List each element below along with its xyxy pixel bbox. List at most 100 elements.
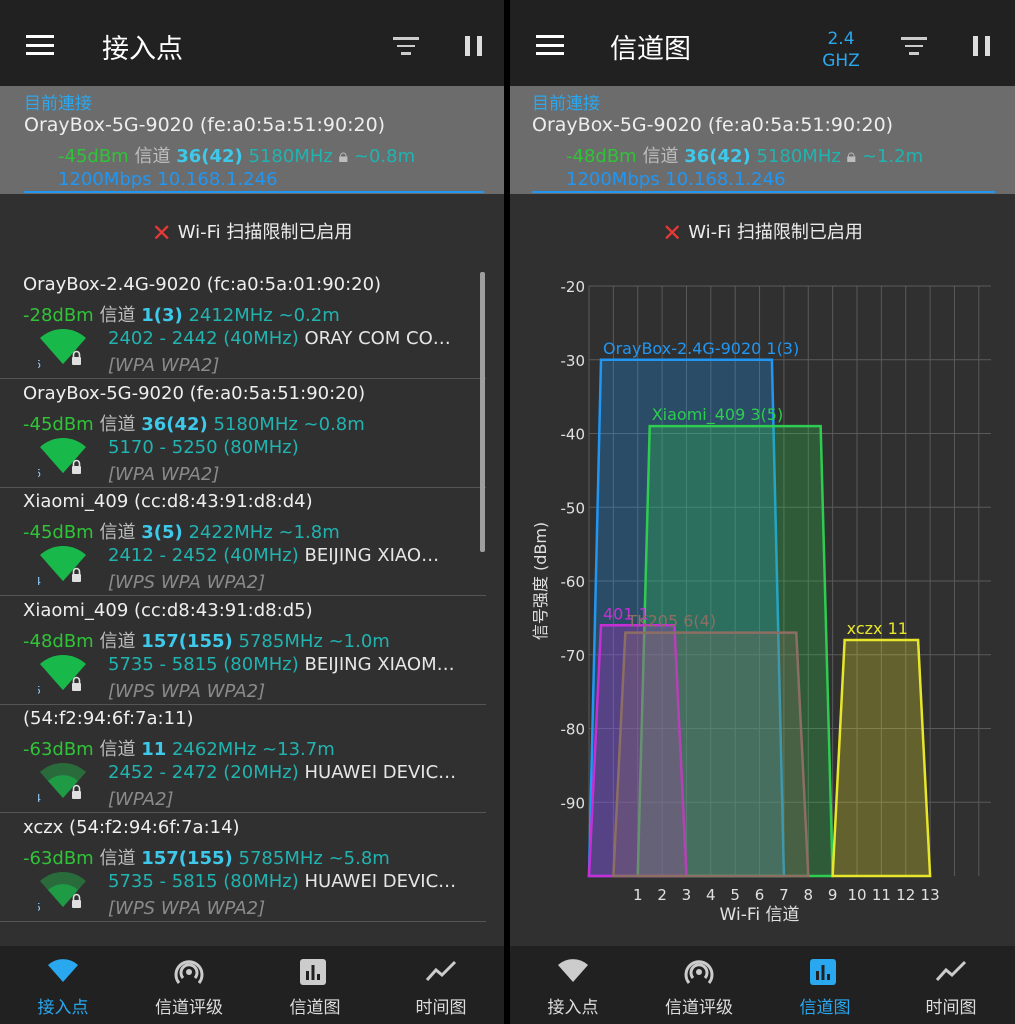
ap-number: 6 [38,358,41,370]
nav-label: 接入点 [37,998,89,1018]
ap-dbm: -45dBm [23,413,94,435]
nav-label: 时间图 [925,998,977,1018]
ap-signal: -48dBm 信道 157(155) 5785MHz ~1.0m [23,627,390,653]
y-axis-label: 信号强度 (dBm) [531,522,550,640]
ap-freq: 5785MHz ~5.8m [238,847,390,869]
ap-dbm: -48dBm [23,630,94,652]
y-tick-label: -60 [561,573,586,591]
ap-freq: 2422MHz ~1.8m [188,522,340,543]
x-tick-label: 4 [706,886,716,904]
current-speed-ip: 1200Mbps 10.168.1.246 [58,169,278,190]
filter-icon[interactable] [393,37,419,55]
current-channel: 36(42) [176,146,243,167]
ap-freq: 2462MHz ~13.7m [171,739,335,760]
x-tick-label: 2 [657,886,667,904]
access-point-row[interactable]: xczx (54:f2:94:6f:7a:14) -63dBm 信道 157(15… [0,813,486,922]
ap-number: 6 [38,467,41,479]
ap-security: [WPA WPA2] [108,463,220,485]
ap-channel-label: 信道 [99,522,136,543]
close-x-icon: ✕ [151,219,172,247]
x-tick-label: 9 [828,886,838,904]
ap-range: 5735 - 5815 (80MHz) BEIJING XIAOM… [108,654,486,675]
nav-label: 信道图 [289,998,341,1018]
access-point-row[interactable]: OrayBox-5G-9020 (fe:a0:5a:51:90:20) -45dB… [0,379,486,488]
y-tick-label: -80 [561,721,586,739]
ap-channel: 1(3) [141,305,183,326]
x-tick-label: 5 [730,886,740,904]
ap-range: 5170 - 5250 (80MHz) [108,437,486,458]
ap-dbm: -28dBm [23,305,94,326]
ap-freq: 5785MHz ~1.0m [238,630,390,652]
nav-access-points[interactable]: 接入点 [510,946,636,1024]
filter-icon[interactable] [901,37,927,55]
ap-vendor: BEIJING XIAOM… [304,653,455,675]
menu-icon[interactable] [26,35,54,55]
ap-signal: -28dBm 信道 1(3) 2412MHz ~0.2m [23,301,340,327]
current-connection[interactable]: 目前連接 OrayBox-5G-9020 (fe:a0:5a:51:90:20)… [0,86,504,194]
current-connection[interactable]: 目前連接 OrayBox-5G-9020 (fe:a0:5a:51:90:20)… [510,86,1015,194]
current-distance: ~0.8m [353,146,416,167]
series-label: OrayBox-2.4G-9020 1(3) [603,339,799,358]
nav-channel-rating[interactable]: 信道评级 [126,946,252,1024]
x-tick-label: 1 [633,886,643,904]
menu-icon[interactable] [536,35,564,55]
page-title: 信道图 [610,34,691,65]
lock-icon [72,791,81,799]
series-label: Xiaomi_409 3(5) [652,405,784,425]
ap-freq-range: 5170 - 5250 (80MHz) [108,436,299,458]
y-tick-label: -40 [561,426,586,444]
ap-number: 4 [38,575,41,587]
lock-icon [72,574,81,582]
nav-channel-graph[interactable]: 信道图 [762,946,888,1024]
radar-icon [684,960,714,984]
access-point-row[interactable]: Xiaomi_409 (cc:d8:43:91:d8:d5) -48dBm 信道 … [0,596,486,705]
channel-label: 信道 [642,146,679,167]
radar-icon [174,960,204,984]
current-connection-header: 目前連接 [24,94,92,114]
ap-freq-range: 5735 - 5815 (80MHz) [108,653,299,675]
nav-label: 信道评级 [665,998,733,1018]
current-ssid: OrayBox-5G-9020 (fe:a0:5a:51:90:20) [532,114,894,136]
ap-signal: -45dBm 信道 36(42) 5180MHz ~0.8m [23,410,365,436]
ap-security: [WPA2] [108,789,174,810]
ap-ssid: OrayBox-5G-9020 (fe:a0:5a:51:90:20) [23,382,366,404]
band-toggle[interactable]: 2.4 GHZ [811,28,871,72]
nav-channel-rating[interactable]: 信道评级 [636,946,762,1024]
nav-channel-graph[interactable]: 信道图 [252,946,378,1024]
ap-range: 2412 - 2452 (40MHz) BEIJING XIAO… [108,545,486,566]
ap-ssid: OrayBox-2.4G-9020 (fc:a0:5a:01:90:20) [23,274,382,295]
access-point-row[interactable]: Xiaomi_409 (cc:d8:43:91:d8:d4) -45dBm 信道 … [0,487,486,596]
wifi-signal-icon: 4 [38,546,86,587]
channel-graph-chart: -20 -30 -40 -50 -60 -70 -80 -90 OrayBox-2.4G-902… [531,278,991,925]
ap-channel: 157(155) [141,847,233,869]
nav-time-graph[interactable]: 时间图 [378,946,504,1024]
nav-label: 信道图 [799,998,851,1018]
current-channel: 36(42) [684,146,751,167]
y-tick-label: -90 [561,794,586,812]
access-points-panel: 接入点 目前連接 OrayBox-5G-9020 (fe:a0:5a:51:90… [0,0,504,1024]
ap-security: [WPA WPA2] [108,355,220,376]
access-point-row[interactable]: OrayBox-2.4G-9020 (fc:a0:5a:01:90:20) -28… [0,270,486,379]
warning-text: Wi-Fi 扫描限制已启用 [688,222,863,243]
lock-icon [72,682,81,691]
wifi-icon [48,959,78,982]
scrollbar[interactable] [480,272,485,552]
pause-icon[interactable] [973,36,991,56]
access-point-row[interactable]: (54:f2:94:6f:7a:11) -63dBm 信道 11 2462MHz … [0,704,486,813]
line-chart-icon [935,960,967,982]
pause-icon[interactable] [465,36,483,56]
current-dbm: -45dBm [58,146,129,167]
ap-range: 2452 - 2472 (20MHz) HUAWEI DEVIC… [108,762,486,783]
page-title: 接入点 [102,34,183,65]
wifi-signal-icon: 5 [38,654,86,696]
x-tick-label: 10 [847,886,866,904]
wifi-signal-icon: 5 [38,871,86,913]
current-freq: 5180MHz [756,146,841,167]
x-tick-label: 12 [896,886,915,904]
nav-access-points[interactable]: 接入点 [0,946,126,1024]
y-tick-label: -30 [561,352,586,370]
x-tick-label: 7 [779,886,789,904]
nav-time-graph[interactable]: 时间图 [888,946,1014,1024]
ap-dbm: -63dBm [23,847,94,869]
ap-ssid: xczx (54:f2:94:6f:7a:14) [23,816,240,838]
